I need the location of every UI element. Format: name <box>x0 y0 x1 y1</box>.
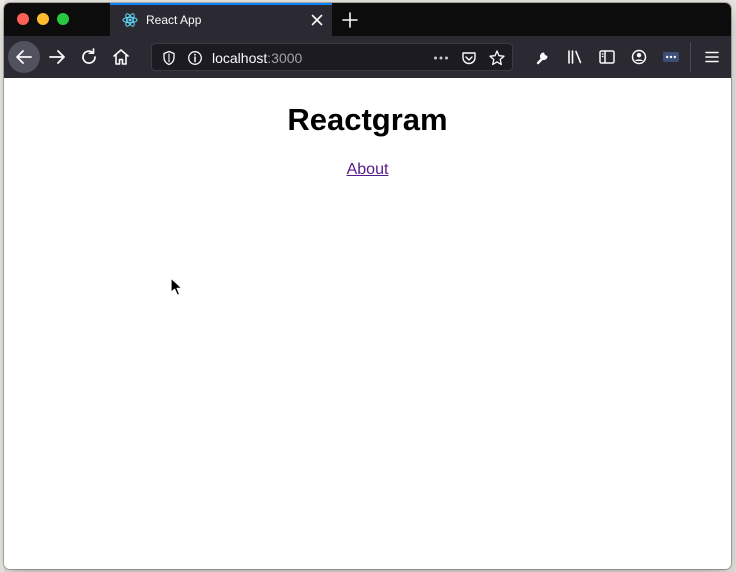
library-icon[interactable] <box>562 44 588 70</box>
close-window-button[interactable] <box>17 13 29 25</box>
back-button[interactable] <box>8 41 40 73</box>
url-port: :3000 <box>267 50 303 66</box>
bookmark-star-icon[interactable] <box>488 49 506 67</box>
address-bar[interactable]: localhost:3000 <box>151 43 513 71</box>
toolbar-separator <box>690 42 691 72</box>
shield-icon[interactable] <box>160 49 178 67</box>
tab-react-app[interactable]: React App <box>110 3 332 36</box>
tab-title: React App <box>146 13 202 27</box>
extension-icon[interactable] <box>658 44 684 70</box>
page-title: Reactgram <box>287 102 448 137</box>
wrench-icon[interactable] <box>530 44 556 70</box>
account-icon[interactable] <box>626 44 652 70</box>
mouse-cursor-icon <box>170 277 184 297</box>
new-tab-icon[interactable] <box>340 10 360 30</box>
forward-arrow-icon[interactable] <box>44 44 70 70</box>
page-content: Reactgram About <box>4 78 731 569</box>
close-tab-icon[interactable] <box>308 11 326 29</box>
nav-toolbar: localhost:3000 <box>4 36 731 78</box>
home-icon[interactable] <box>108 44 134 70</box>
react-logo-icon <box>122 12 138 28</box>
url-host: localhost <box>212 50 268 66</box>
minimize-window-button[interactable] <box>37 13 49 25</box>
sidebar-icon[interactable] <box>594 44 620 70</box>
info-icon[interactable] <box>186 49 204 67</box>
reload-icon[interactable] <box>76 44 102 70</box>
browser-window: React App localhost:3000 Reactgram About <box>4 3 731 569</box>
url-text[interactable]: localhost:3000 <box>212 50 302 66</box>
pocket-icon[interactable] <box>460 49 478 67</box>
nav-links: About <box>4 161 731 179</box>
about-link[interactable]: About <box>347 161 389 178</box>
hamburger-menu-icon[interactable] <box>699 44 725 70</box>
zoom-window-button[interactable] <box>57 13 69 25</box>
title-bar: React App <box>4 3 731 36</box>
more-dots-icon[interactable] <box>432 49 450 67</box>
